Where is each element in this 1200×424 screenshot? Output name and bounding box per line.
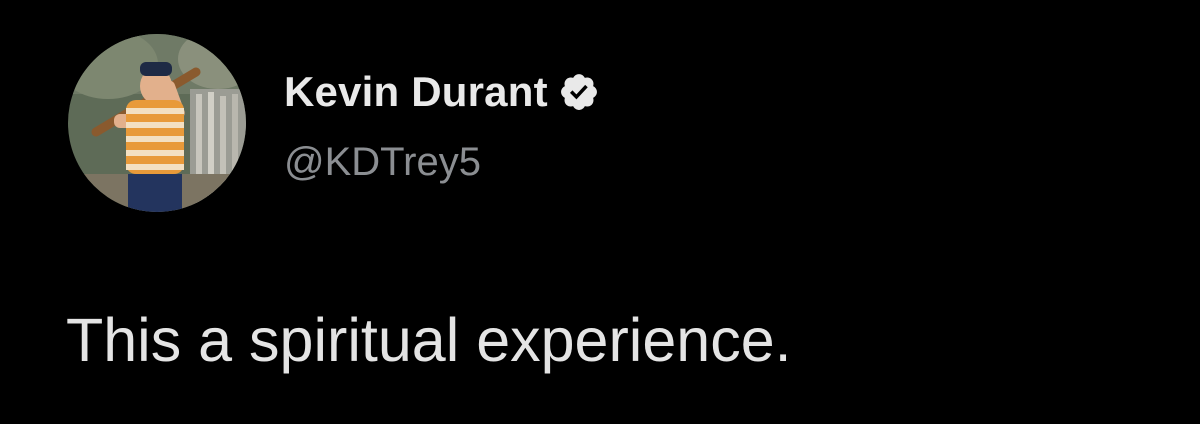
avatar-photo [68,34,246,212]
author-name-row: Kevin Durant [284,66,600,118]
tweet-card: Kevin Durant @KDTrey5 This a spiritual e… [0,0,1200,424]
avatar[interactable] [68,34,246,212]
author-display-name[interactable]: Kevin Durant [284,68,548,116]
tweet-text: This a spiritual experience. [66,306,792,374]
author-handle[interactable]: @KDTrey5 [284,140,481,185]
verified-badge-icon [558,71,600,113]
